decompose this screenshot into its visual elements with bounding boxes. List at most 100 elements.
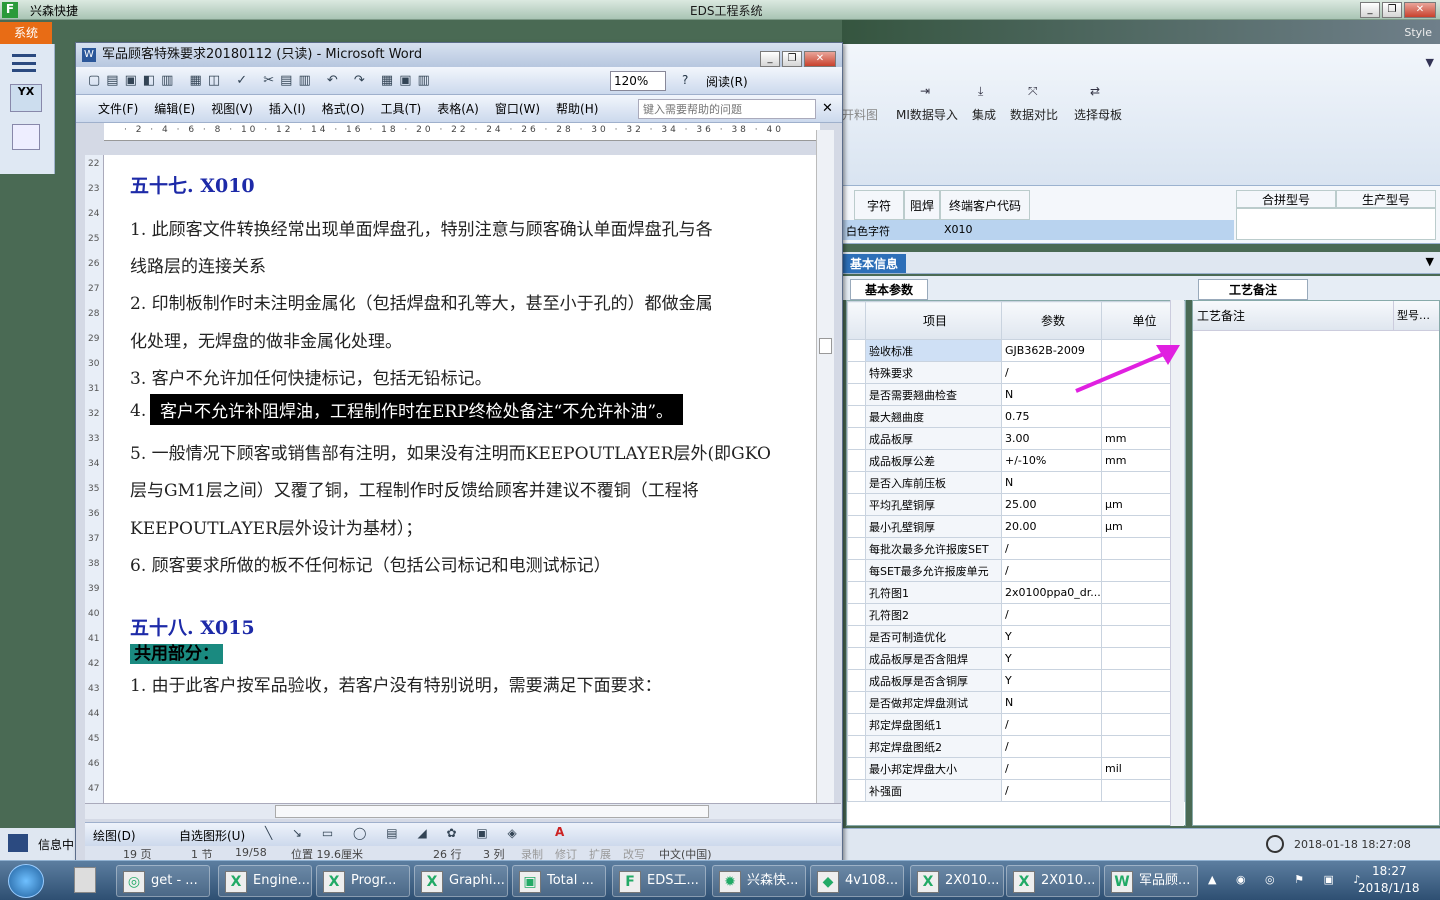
grid-cell-param[interactable]: / <box>1001 757 1102 780</box>
row-indicator[interactable] <box>847 339 866 362</box>
help-search-input[interactable] <box>638 99 816 119</box>
row-indicator[interactable] <box>847 625 866 648</box>
grid-row[interactable]: 成品板厚 3.00 mm <box>847 427 1185 450</box>
row-indicator[interactable] <box>847 515 866 538</box>
grid-cell-param[interactable]: 20.00 <box>1001 515 1102 538</box>
row-indicator[interactable] <box>847 669 866 692</box>
grid-cell-param[interactable]: / <box>1001 735 1102 758</box>
taskbar-item[interactable]: X Progr... <box>316 865 410 897</box>
tab-basic-info[interactable]: 基本信息 <box>842 254 907 273</box>
shape-tools-icons[interactable]: ╲ ↘ ▭ ◯ ▤ ◢ ✿ ▣ ◈ <box>265 826 525 840</box>
yx-factory-icon[interactable]: YX <box>10 84 42 112</box>
doc-close-icon[interactable]: ✕ <box>822 95 833 123</box>
menu-table[interactable]: 表格(A) <box>437 102 479 116</box>
grid-row[interactable]: 最小孔壁铜厚 20.00 μm <box>847 515 1185 538</box>
row-indicator[interactable] <box>847 471 866 494</box>
grid-cell-param[interactable]: / <box>1001 713 1102 736</box>
document-page[interactable]: 五十七. X010 1. 此顾客文件转换经常出现单面焊盘孔，特别注意与顾客确认单… <box>104 155 816 803</box>
taskbar-item[interactable]: X 2X010... <box>910 865 1004 897</box>
grid-row[interactable]: 孔符图1 2x0100ppa0_dr... <box>847 581 1185 604</box>
info-collapse-icon[interactable]: ▼ <box>1426 255 1434 268</box>
menu-format[interactable]: 格式(O) <box>322 102 365 116</box>
ribbon-select-master[interactable]: 选择母板 <box>1074 106 1122 123</box>
word-restore-icon[interactable]: ❐ <box>782 51 802 67</box>
grid-cell-param[interactable]: 0.75 <box>1001 405 1102 428</box>
menu-file[interactable]: 文件(F) <box>98 102 138 116</box>
menu-view[interactable]: 视图(V) <box>211 102 253 116</box>
grid-row[interactable]: 成品板厚公差 +/-10% mm <box>847 449 1185 472</box>
grid-row[interactable]: 平均孔壁铜厚 25.00 μm <box>847 493 1185 516</box>
taskbar-item[interactable]: F EDS工... <box>612 865 706 897</box>
tray-icons[interactable]: ▲ ◉ ◎ ⚑ ▣ ♪ <box>1208 873 1368 886</box>
grid-cell-param[interactable]: 2x0100ppa0_dr... <box>1001 581 1102 604</box>
menu-icon[interactable] <box>12 54 36 72</box>
row-indicator[interactable] <box>847 757 866 780</box>
grid-cell-param[interactable]: / <box>1001 779 1102 802</box>
word-vertical-scrollbar[interactable] <box>816 130 834 803</box>
grid-cell-param[interactable]: Y <box>1001 647 1102 670</box>
row-indicator[interactable] <box>847 713 866 736</box>
ribbon-data-compare[interactable]: 数据对比 <box>1010 106 1058 123</box>
grid-cell-param[interactable]: +/-10% <box>1001 449 1102 472</box>
grid-cell-param[interactable]: N <box>1001 691 1102 714</box>
grid-cell-param[interactable]: / <box>1001 559 1102 582</box>
grid-row[interactable]: 成品板厚是否含铜厚 Y <box>847 669 1185 692</box>
row-indicator[interactable] <box>847 427 866 450</box>
ribbon-mi-import[interactable]: MI数据导入 <box>896 106 958 123</box>
close-icon[interactable]: ✕ <box>1404 2 1436 18</box>
menu-help[interactable]: 帮助(H) <box>556 102 598 116</box>
menu-tools[interactable]: 工具(T) <box>381 102 422 116</box>
grid-row[interactable]: 补强面 / <box>847 779 1185 802</box>
grid-cell-param[interactable]: Y <box>1001 625 1102 648</box>
menu-edit[interactable]: 编辑(E) <box>154 102 195 116</box>
grid-row[interactable]: 孔符图2/ <box>847 603 1185 626</box>
grid-row[interactable]: 最小邦定焊盘大小 / mil <box>847 757 1185 780</box>
ribbon-collapse-icon[interactable]: ▼ <box>1426 56 1434 69</box>
word-close-icon[interactable]: ✕ <box>804 51 836 67</box>
row-indicator[interactable] <box>847 779 866 802</box>
grid-cell-param[interactable]: / <box>1001 537 1102 560</box>
row-indicator[interactable] <box>847 581 866 604</box>
row-indicator[interactable] <box>847 493 866 516</box>
system-tab[interactable]: 系统 <box>0 22 52 44</box>
grid-row[interactable]: 邦定焊盘图纸2/ <box>847 735 1185 758</box>
grid-cell-param[interactable]: 3.00 <box>1001 427 1102 450</box>
start-button-icon[interactable] <box>8 864 44 898</box>
row-indicator[interactable] <box>847 647 866 670</box>
taskbar-item[interactable]: W 军品顾... <box>1104 865 1198 897</box>
row-indicator[interactable] <box>847 449 866 472</box>
grid-row[interactable]: 邦定焊盘图纸1/ <box>847 713 1185 736</box>
row-indicator[interactable] <box>847 735 866 758</box>
grid-row[interactable]: 是否入库前压板 N <box>847 471 1185 494</box>
toolbar-icons[interactable]: ▢▤▣◧▥ ▦◫ ✓ ✂▤▥ ↶ ↷ ▦▣▥ <box>88 73 436 88</box>
help-icon[interactable]: ? <box>682 73 688 87</box>
row-indicator[interactable] <box>847 603 866 626</box>
clock-date[interactable]: 2018/1/18 <box>1358 881 1420 895</box>
row-indicator[interactable] <box>847 405 866 428</box>
grid-row[interactable]: 成品板厚是否含阻焊 Y <box>847 647 1185 670</box>
row-indicator[interactable] <box>847 383 866 406</box>
para-4-selected[interactable]: 客户不允许补阻焊油，工程制作时在ERP终检处备注“不允许补油”。 <box>150 394 684 425</box>
tab-craft-notes[interactable]: 工艺备注 <box>1198 279 1309 300</box>
zoom-select[interactable]: 120% <box>610 71 666 91</box>
clock-time[interactable]: 18:27 <box>1372 864 1407 878</box>
calculator-icon[interactable] <box>12 124 40 150</box>
ribbon-cut-chart[interactable]: 开料图 <box>842 106 878 123</box>
restore-icon[interactable]: ❐ <box>1382 2 1402 18</box>
vertical-ruler[interactable]: 22 23 24 25 26 27 28 29 30 31 32 33 34 35 36 37 38 39 40 41… <box>85 155 104 803</box>
menu-insert[interactable]: 插入(I) <box>269 102 306 116</box>
row-indicator[interactable] <box>847 559 866 582</box>
grid-row[interactable]: 每SET最多允许报废单元 / <box>847 559 1185 582</box>
ribbon-integrate[interactable]: 集成 <box>972 106 996 123</box>
autoshape-menu[interactable]: 自选图形(U) <box>179 827 245 844</box>
tab-basic-params[interactable]: 基本参数 <box>850 279 929 300</box>
row-indicator[interactable] <box>847 691 866 714</box>
taskbar-item[interactable]: ◆ 4v108... <box>810 865 904 897</box>
minimize-icon[interactable]: _ <box>1360 2 1380 18</box>
draw-menu[interactable]: 绘图(D) <box>93 827 136 844</box>
horizontal-ruler[interactable]: · 2 · 4 · 6 · 8 · 10 · 12 · 14 · 16 · 18… <box>104 123 820 141</box>
taskbar-item[interactable]: X 2X010... <box>1006 865 1100 897</box>
row-indicator[interactable] <box>847 537 866 560</box>
taskbar-item[interactable]: X Engine... <box>218 865 312 897</box>
calculator-taskbar-icon[interactable] <box>74 867 96 893</box>
